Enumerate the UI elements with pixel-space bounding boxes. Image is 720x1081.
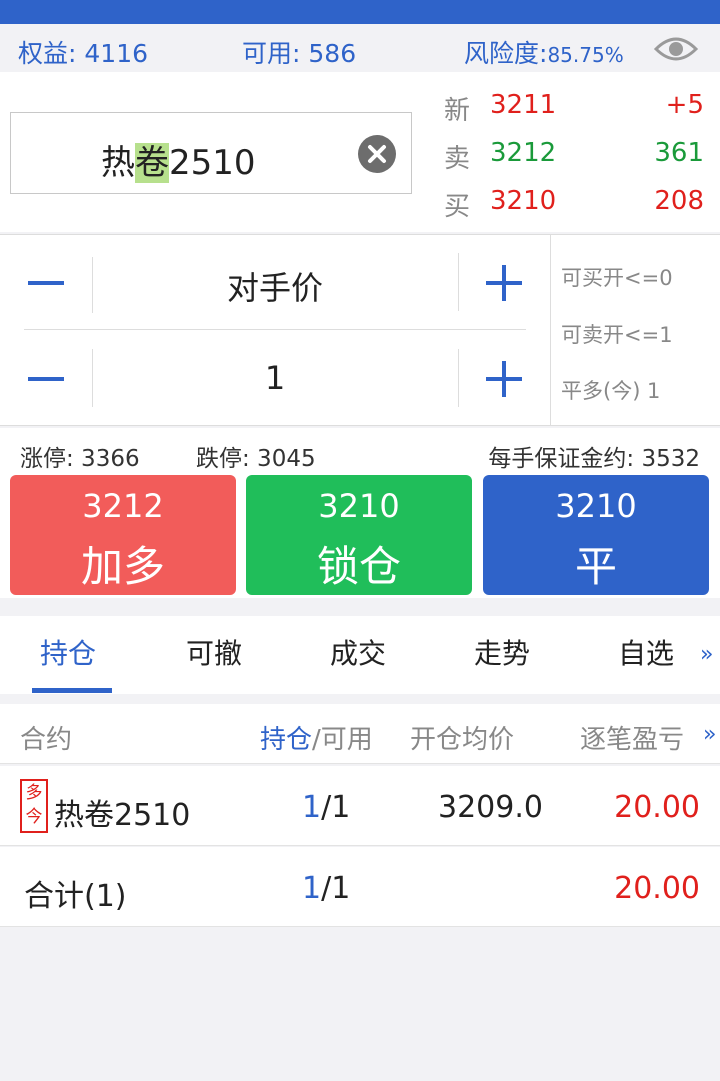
button-price: 3212 bbox=[82, 487, 164, 525]
quote-row-ask[interactable]: 卖 3212 361 bbox=[444, 138, 704, 178]
equity-label: 权益: bbox=[18, 39, 77, 68]
header-position: 持仓 bbox=[260, 725, 313, 755]
divider bbox=[458, 349, 459, 407]
available-funds: 可用: 586 bbox=[242, 34, 356, 70]
price-type-field[interactable]: 对手价 bbox=[92, 263, 458, 309]
lock-position-button[interactable]: 3210 锁仓 bbox=[246, 475, 472, 595]
quote-volume: 361 bbox=[654, 138, 704, 168]
quote-panel: 热卷2510 新 3211 +5 卖 3212 361 买 3210 208 bbox=[0, 72, 720, 232]
code-prefix: 热 bbox=[101, 143, 135, 183]
tab-trend[interactable]: 走势 bbox=[474, 632, 530, 672]
header-contract: 合约 bbox=[20, 725, 73, 755]
contract-code-text: 热卷2510 bbox=[101, 135, 256, 184]
long-today-tag: 多 今 bbox=[20, 779, 48, 833]
limit-down: 跌停: 3045 bbox=[196, 446, 316, 472]
table-total-row: 合计(1) 1/1 20.00 bbox=[0, 847, 720, 927]
table-row[interactable]: 多 今 热卷2510 1/1 3209.0 20.00 bbox=[0, 766, 720, 846]
quote-price: 3211 bbox=[490, 90, 557, 120]
quote-label: 买 bbox=[444, 192, 471, 222]
close-position-button[interactable]: 3210 平 bbox=[483, 475, 709, 595]
bottom-tab-bar: 持仓 可撤 成交 走势 自选 » bbox=[0, 616, 720, 694]
equity: 权益: 4116 bbox=[18, 34, 148, 70]
header-more-icon[interactable]: » bbox=[703, 722, 716, 747]
row-avg-price: 3209.0 bbox=[438, 790, 543, 825]
total-label: 合计(1) bbox=[24, 879, 127, 914]
total-avail: /1 bbox=[321, 871, 351, 906]
total-position: 1/1 bbox=[302, 871, 350, 906]
row-pos: 1 bbox=[302, 790, 322, 825]
add-long-button[interactable]: 3212 加多 bbox=[10, 475, 236, 595]
tab-positions[interactable]: 持仓 bbox=[40, 632, 96, 672]
quote-label: 卖 bbox=[444, 144, 471, 174]
order-entry-panel: 对手价 1 可买开<=0 可卖开<=1 平多(今) 1 bbox=[0, 234, 720, 426]
divider bbox=[458, 253, 459, 311]
row-contract: 热卷2510 bbox=[54, 798, 191, 833]
open-close-limits: 可买开<=0 可卖开<=1 平多(今) 1 bbox=[550, 235, 720, 425]
divider bbox=[24, 329, 526, 330]
equity-value: 4116 bbox=[84, 39, 149, 68]
tabs-more-icon[interactable]: » bbox=[700, 642, 713, 667]
row-pnl: 20.00 bbox=[614, 790, 700, 825]
quote-price: 3212 bbox=[490, 138, 557, 168]
total-pnl: 20.00 bbox=[614, 871, 700, 906]
risk-label: 风险度: bbox=[464, 39, 548, 68]
tag-direction: 多 bbox=[25, 783, 43, 803]
quote-label: 新 bbox=[444, 96, 471, 126]
quote-row-bid[interactable]: 买 3210 208 bbox=[444, 186, 704, 226]
button-label: 锁仓 bbox=[316, 542, 401, 591]
account-summary-bar: 权益: 4116 可用: 586 风险度:85.75% bbox=[0, 24, 720, 72]
header-avg-price: 开仓均价 bbox=[410, 725, 515, 755]
quote-change: +5 bbox=[665, 90, 704, 120]
quantity-minus-button[interactable] bbox=[28, 377, 64, 381]
price-limit-info: 涨停: 3366 跌停: 3045 每手保证金约: 3532 bbox=[0, 428, 720, 472]
available-value: 586 bbox=[308, 39, 357, 68]
risk-value: 85.75% bbox=[547, 43, 624, 67]
tag-today: 今 bbox=[25, 807, 43, 827]
margin-per-lot: 每手保证金约: 3532 bbox=[488, 446, 700, 472]
row-position: 1/1 bbox=[302, 790, 350, 825]
buy-open-limit: 可买开<=0 bbox=[561, 266, 673, 290]
header-available: /可用 bbox=[312, 725, 373, 755]
sell-open-limit: 可卖开<=1 bbox=[561, 323, 673, 347]
limit-up: 涨停: 3366 bbox=[20, 446, 140, 472]
total-pos: 1 bbox=[302, 871, 322, 906]
code-highlight: 卷 bbox=[135, 143, 169, 183]
price-minus-button[interactable] bbox=[28, 281, 64, 285]
price-plus-button[interactable] bbox=[486, 265, 522, 301]
risk-degree: 风险度:85.75% bbox=[464, 34, 624, 70]
button-label: 加多 bbox=[80, 542, 165, 591]
top-app-bar bbox=[0, 0, 720, 24]
available-label: 可用: bbox=[242, 39, 301, 68]
button-price: 3210 bbox=[318, 487, 400, 525]
quantity-field[interactable]: 1 bbox=[92, 359, 458, 397]
tab-watchlist[interactable]: 自选 bbox=[618, 632, 674, 672]
active-tab-indicator bbox=[32, 688, 112, 693]
positions-table-header: 合约 持仓/可用 开仓均价 逐笔盈亏 » bbox=[0, 704, 720, 764]
eye-icon[interactable] bbox=[653, 34, 699, 64]
trade-button-row: 3212 加多 3210 锁仓 3210 平 bbox=[0, 472, 720, 598]
code-suffix: 2510 bbox=[169, 143, 256, 183]
tab-trades[interactable]: 成交 bbox=[330, 632, 386, 672]
button-price: 3210 bbox=[555, 487, 637, 525]
quote-price: 3210 bbox=[490, 186, 557, 216]
tab-cancellable[interactable]: 可撤 bbox=[186, 632, 242, 672]
quote-row-last: 新 3211 +5 bbox=[444, 90, 704, 130]
quantity-plus-button[interactable] bbox=[486, 361, 522, 397]
clear-icon[interactable] bbox=[358, 135, 396, 173]
header-pnl: 逐笔盈亏 bbox=[580, 725, 685, 755]
contract-code-input[interactable]: 热卷2510 bbox=[10, 112, 412, 194]
quote-volume: 208 bbox=[654, 186, 704, 216]
button-label: 平 bbox=[574, 542, 617, 591]
close-long-limit: 平多(今) 1 bbox=[561, 379, 661, 403]
row-avail: /1 bbox=[321, 790, 351, 825]
header-position-available[interactable]: 持仓/可用 bbox=[260, 719, 373, 756]
